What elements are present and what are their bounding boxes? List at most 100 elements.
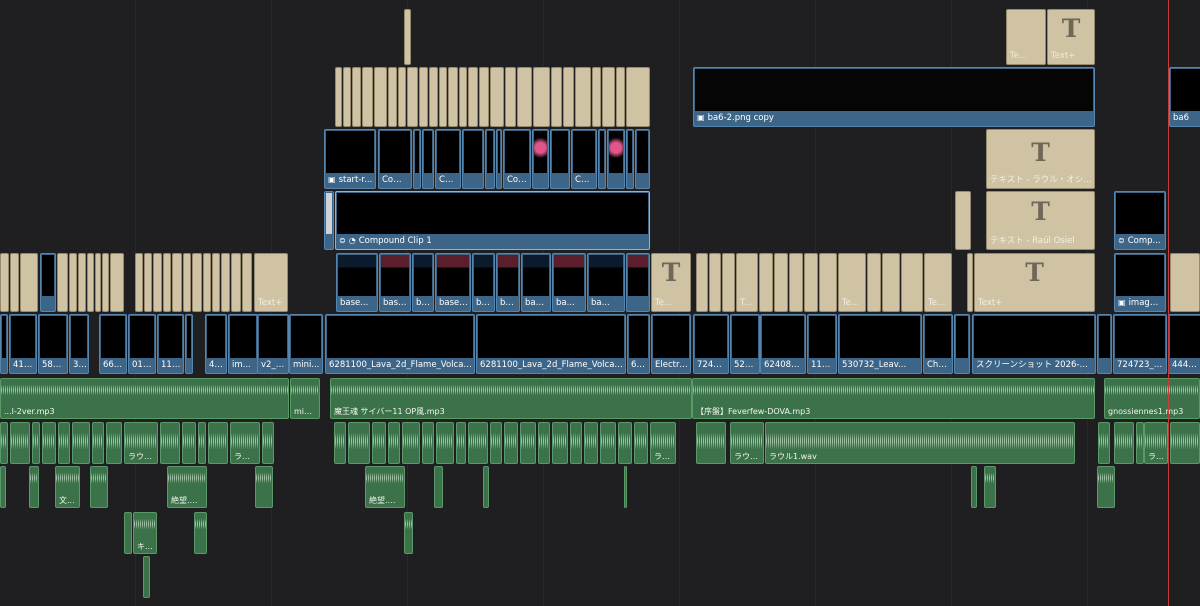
v1-video-clip[interactable]: 01w... xyxy=(128,314,156,374)
a2-audio-clip[interactable] xyxy=(436,422,454,464)
v1-video-clip[interactable]: im... xyxy=(228,314,258,374)
v2-text-clip[interactable]: Text+ xyxy=(924,253,952,312)
v2-title-clip[interactable] xyxy=(212,253,220,312)
a2-audio-clip[interactable] xyxy=(72,422,90,464)
v5-title-clip[interactable] xyxy=(429,67,438,127)
v1-video-clip[interactable] xyxy=(1097,314,1112,374)
v1-video-clip[interactable]: スクリーンショット 2026-04-1... xyxy=(972,314,1096,374)
v4-clip[interactable] xyxy=(485,129,495,189)
a2-audio-clip[interactable] xyxy=(696,422,726,464)
v2-title-clip[interactable] xyxy=(69,253,77,312)
v2-title-clip[interactable] xyxy=(789,253,803,312)
a1-audio-clip[interactable]: 【序盤】Feverfew-DOVA.mp3 xyxy=(692,378,1095,419)
v5-title-clip[interactable] xyxy=(490,67,504,127)
a1-audio-clip[interactable]: 魔王魂 サイバー11 OP風.mp3 xyxy=(330,378,692,419)
a2-audio-clip[interactable] xyxy=(372,422,386,464)
v2-base-clip[interactable]: ba... xyxy=(552,253,586,312)
a2-audio-clip[interactable] xyxy=(32,422,40,464)
a2-audio-clip[interactable]: ラウ... xyxy=(650,422,676,464)
a2-audio-clip[interactable] xyxy=(504,422,518,464)
a3-clip[interactable] xyxy=(624,466,627,508)
v4-clip-start[interactable]: ▣ start-r... xyxy=(324,129,376,189)
v1-video-clip[interactable]: 62... xyxy=(627,314,650,374)
a4-clip[interactable] xyxy=(194,512,207,554)
v1-video-clip[interactable]: Chat... xyxy=(923,314,953,374)
v5-title-clip[interactable] xyxy=(343,67,351,127)
a3-clip[interactable] xyxy=(483,466,489,508)
v1-video-clip[interactable]: 1154... xyxy=(807,314,837,374)
timeline[interactable]: Te... T Text+ ▣ ba6-2.png copy ba6 ▣ start… xyxy=(0,0,1200,606)
v4-clip[interactable] xyxy=(550,129,570,189)
v1-video-clip[interactable] xyxy=(954,314,970,374)
a2-audio-clip[interactable] xyxy=(618,422,632,464)
v2-title-clip[interactable] xyxy=(144,253,152,312)
v1-video-clip[interactable]: 525... xyxy=(730,314,760,374)
a1-audio-clip[interactable]: gnossiennes1.mp3 xyxy=(1104,378,1200,419)
v2-title-clip[interactable] xyxy=(759,253,773,312)
v2-text-clip[interactable]: T Te... xyxy=(651,253,691,312)
a3-clip[interactable] xyxy=(1097,466,1115,508)
v2-base-clip[interactable]: ba... xyxy=(412,253,434,312)
a2-audio-clip[interactable] xyxy=(468,422,488,464)
v5-title-clip[interactable] xyxy=(468,67,478,127)
playhead[interactable] xyxy=(1168,0,1169,606)
a3-clip[interactable] xyxy=(0,466,6,508)
v2-title-clip[interactable] xyxy=(722,253,735,312)
a2-audio-clip[interactable] xyxy=(422,422,434,464)
v1-video-clip[interactable]: 724723_Dr... xyxy=(1113,314,1167,374)
v3-stub-clip[interactable] xyxy=(324,191,334,250)
a4-clip[interactable] xyxy=(404,512,413,554)
v1-video-clip[interactable]: 581... xyxy=(38,314,68,374)
v2-title-clip[interactable] xyxy=(10,253,19,312)
a2-audio-clip[interactable] xyxy=(0,422,8,464)
v5-title-clip[interactable] xyxy=(419,67,428,127)
v5-title-clip[interactable] xyxy=(517,67,532,127)
v4-clip[interactable]: Co... xyxy=(571,129,597,189)
v4-clip[interactable] xyxy=(413,129,421,189)
v5-title-clip[interactable] xyxy=(616,67,625,127)
v4-clip[interactable] xyxy=(532,129,549,189)
v4-clip[interactable]: Co... xyxy=(435,129,461,189)
v4-clip[interactable] xyxy=(598,129,606,189)
v2-title-clip[interactable] xyxy=(804,253,818,312)
v3-title-stub[interactable] xyxy=(955,191,971,250)
a3-clip[interactable] xyxy=(971,466,977,508)
v2-image-clip[interactable]: ▣ image... xyxy=(1114,253,1166,312)
v2-title-clip[interactable] xyxy=(867,253,881,312)
a1-audio-clip[interactable]: ...l-2ver.mp3 xyxy=(0,378,289,419)
v2-base-clip[interactable] xyxy=(626,253,650,312)
a2-audio-clip[interactable] xyxy=(538,422,550,464)
a3-clip[interactable]: 絶望.m... xyxy=(365,466,405,508)
v5-title-clip[interactable] xyxy=(352,67,361,127)
v5-title-clip[interactable] xyxy=(407,67,418,127)
v1-video-clip[interactable]: 530732_Leav... xyxy=(838,314,922,374)
v5-title-clip[interactable] xyxy=(374,67,387,127)
a3-clip[interactable]: 文... xyxy=(55,466,80,508)
a2-audio-clip[interactable] xyxy=(1098,422,1110,464)
v2-base-clip[interactable]: base... xyxy=(496,253,520,312)
v2-title-clip[interactable] xyxy=(172,253,182,312)
v5-title-clip[interactable] xyxy=(459,67,467,127)
v2-title-clip[interactable] xyxy=(203,253,211,312)
a2-audio-clip[interactable] xyxy=(10,422,30,464)
v2-title-clip[interactable] xyxy=(102,253,109,312)
v3-compound-clip[interactable]: ⊜ ◔ Compound Clip 1 xyxy=(335,191,650,250)
v5-image-clip[interactable]: ▣ ba6-2.png copy xyxy=(693,67,1095,127)
v4-clip[interactable] xyxy=(496,129,502,189)
a2-audio-clip[interactable] xyxy=(634,422,648,464)
a2-audio-clip[interactable] xyxy=(1114,422,1134,464)
v1-video-clip[interactable]: 66... xyxy=(99,314,127,374)
v2-title-clip[interactable] xyxy=(183,253,191,312)
a2-audio-clip[interactable]: ラウル... xyxy=(1136,422,1144,464)
v4-clip[interactable] xyxy=(635,129,650,189)
v1-video-clip[interactable]: 6240884... xyxy=(760,314,806,374)
v2-title-clip[interactable] xyxy=(709,253,721,312)
v2-title-clip[interactable] xyxy=(135,253,143,312)
v1-video-clip[interactable]: 412... xyxy=(9,314,37,374)
v2-title-clip[interactable] xyxy=(0,253,9,312)
v2-title-clip[interactable] xyxy=(95,253,101,312)
v2-text-clip[interactable]: Text+ xyxy=(254,253,288,312)
a2-audio-clip[interactable] xyxy=(42,422,56,464)
v2-title-clip[interactable] xyxy=(153,253,162,312)
v5-title-clip[interactable] xyxy=(602,67,615,127)
